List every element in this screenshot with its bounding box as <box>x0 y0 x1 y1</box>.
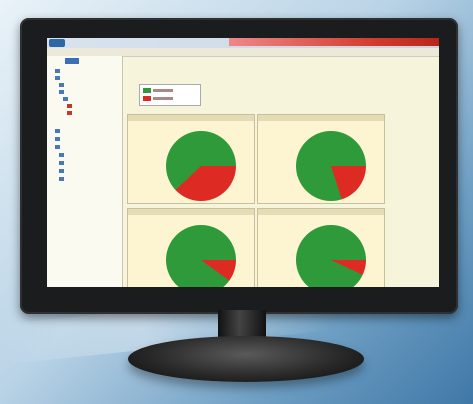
pie-chart <box>166 131 236 201</box>
chart-panel <box>257 114 385 204</box>
pie-chart <box>296 131 366 201</box>
panel-header <box>128 115 254 121</box>
legend-entry <box>143 88 173 93</box>
tree-item[interactable] <box>63 96 70 101</box>
chart-panel <box>127 208 255 287</box>
legend-label <box>153 97 173 100</box>
sidebar-tree <box>47 56 123 287</box>
application-window <box>47 38 439 287</box>
app-logo-icon <box>49 39 65 47</box>
tree-item-selected[interactable] <box>67 103 74 108</box>
monitor-stand-base <box>128 336 364 382</box>
tree-item[interactable] <box>59 152 66 157</box>
chart-panel <box>127 114 255 204</box>
tree-item[interactable] <box>59 82 66 87</box>
tree-item[interactable] <box>55 136 62 141</box>
panel-header <box>258 209 384 215</box>
header-accent <box>229 38 439 46</box>
tree-item[interactable] <box>59 168 66 173</box>
tree-item[interactable] <box>59 89 66 94</box>
legend-swatch <box>143 88 151 93</box>
tree-item[interactable] <box>55 128 62 133</box>
tree-item[interactable] <box>59 176 66 181</box>
sidebar-tab[interactable] <box>65 58 79 64</box>
tree-item[interactable] <box>55 68 62 73</box>
chart-panel <box>257 208 385 287</box>
legend-label <box>153 89 173 92</box>
tree-item[interactable] <box>67 110 74 115</box>
legend-entry <box>143 96 173 101</box>
tree-item[interactable] <box>55 144 62 149</box>
chart-legend <box>139 84 201 106</box>
main-content <box>123 56 439 287</box>
legend-swatch <box>143 96 151 101</box>
tree-item[interactable] <box>55 75 62 80</box>
monitor-bezel <box>20 18 458 314</box>
pie-chart <box>296 225 366 287</box>
panel-header <box>128 209 254 215</box>
tree-item[interactable] <box>59 160 66 165</box>
panel-header <box>258 115 384 121</box>
pie-chart <box>166 225 236 287</box>
